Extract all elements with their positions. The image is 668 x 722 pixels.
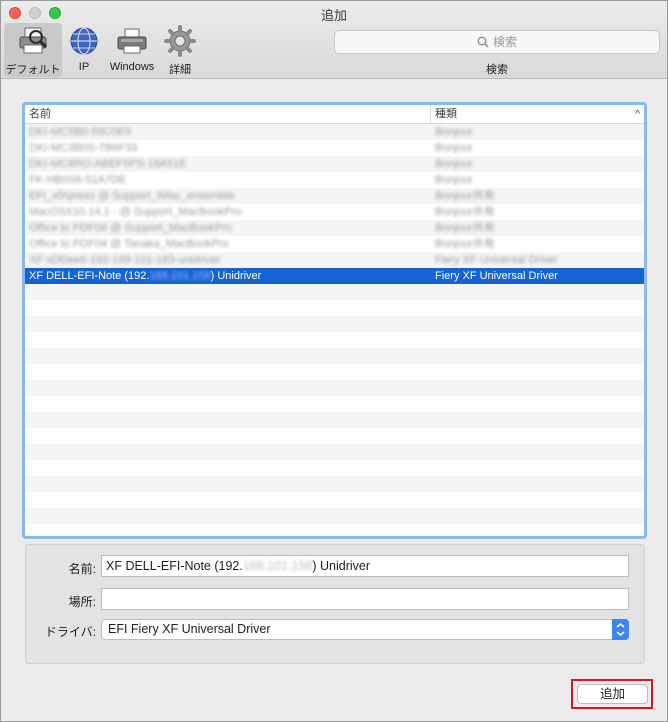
windows-printer-icon (116, 25, 148, 57)
printer-kind: Bonjour (435, 174, 473, 186)
printer-name: Office to PDF04 @ Tanaka_MacBookPro (29, 238, 229, 250)
printer-kind: Fiery XF Universal Driver (435, 270, 558, 282)
location-label: 場所: (68, 595, 96, 609)
redacted-ip: 168.101.158 (242, 559, 313, 573)
empty-list-row (25, 380, 644, 396)
location-field[interactable] (101, 588, 629, 610)
printer-rows: DKI-MC5B0-59C0E9 Bonjour DKI-MC3B0S-7B6F… (25, 124, 644, 536)
printer-row[interactable]: MacOSX10.14.1 - @ Support_MacBookPro Bon… (25, 204, 644, 220)
search-placeholder: 検索 (492, 35, 517, 49)
printer-kind: Fiery XF Universal Driver (435, 254, 558, 266)
add-button[interactable]: 追加 (577, 684, 648, 704)
driver-select-value: EFI Fiery XF Universal Driver (108, 622, 271, 636)
add-printer-window: 追加 デフォルト IP Windows 詳細 検索 検索 名前 種類 ^ DKI… (0, 0, 668, 722)
printer-row[interactable]: XF sDl0ee6-192-168-101-183-unidriver Fie… (25, 252, 644, 268)
printer-name: DKI-MC5B0-59C0E9 (29, 126, 132, 138)
printer-kind: Bonjour共有 (435, 206, 495, 218)
toolbar-tab-label: 詳細 (169, 64, 191, 76)
printer-row[interactable]: FK-HB0S6-51A7DE Bonjour (25, 172, 644, 188)
empty-list-row (25, 508, 644, 524)
toolbar-tab-windows[interactable]: Windows (105, 23, 159, 77)
ip-globe-icon (68, 25, 100, 57)
column-header-kind[interactable]: 種類 ^ (431, 105, 644, 124)
printer-row[interactable]: DKI-MC3B0S-7B6F33 Bonjour (25, 140, 644, 156)
toolbar: 追加 デフォルト IP Windows 詳細 検索 検索 (1, 1, 667, 79)
printer-row[interactable]: Office to PDF04 @ Tanaka_MacBookPro Bonj… (25, 236, 644, 252)
driver-select[interactable]: EFI Fiery XF Universal Driver (101, 619, 629, 640)
name-label: 名前: (68, 562, 96, 576)
chevron-updown-icon (612, 619, 629, 640)
column-header-name[interactable]: 名前 (25, 105, 431, 124)
advanced-gear-icon (164, 25, 196, 57)
toolbar-tab-default[interactable]: デフォルト (4, 23, 62, 77)
printer-row[interactable]: DKI-MC5B0-59C0E9 Bonjour (25, 124, 644, 140)
empty-list-row (25, 492, 644, 508)
printer-name: DKI-MC3B0S-7B6F33 (29, 142, 138, 154)
printer-name: MacOSX10.14.1 - @ Support_MacBookPro (29, 206, 242, 218)
empty-list-row (25, 412, 644, 428)
empty-list-row (25, 444, 644, 460)
window-title: 追加 (320, 8, 347, 23)
printer-row[interactable]: EFI_xfXpress @ Support_IMac_ensemble Bon… (25, 188, 644, 204)
column-header-kind-label: 種類 (435, 108, 457, 120)
toolbar-tab-label: Windows (109, 61, 155, 73)
printer-name: XF DELL-EFI-Note (192.168.101.158) Unidr… (29, 270, 262, 282)
printer-name: FK-HB0S6-51A7DE (29, 174, 127, 186)
redacted-ip: 168.101.158 (149, 270, 211, 282)
printer-row[interactable]: Office to PDF04 @ Support_MacBookPro Bon… (25, 220, 644, 236)
printer-kind: Bonjour (435, 142, 473, 154)
printer-kind: Bonjour (435, 158, 473, 170)
printer-details-panel: 名前: XF DELL-EFI-Note (192.168.101.158) U… (25, 544, 645, 664)
empty-list-row (25, 476, 644, 492)
empty-list-row (25, 332, 644, 348)
search-icon (477, 36, 489, 48)
driver-label: ドライバ: (44, 625, 96, 639)
toolbar-tab-ip[interactable]: IP (65, 23, 103, 77)
name-field[interactable]: XF DELL-EFI-Note (192.168.101.158) Unidr… (101, 555, 629, 577)
sort-ascending-icon: ^ (635, 109, 640, 120)
printer-kind: Bonjour共有 (435, 190, 495, 202)
printer-kind: Bonjour共有 (435, 238, 495, 250)
printer-name: Office to PDF04 @ Support_MacBookPro (29, 222, 232, 234)
printer-kind: Bonjour共有 (435, 222, 495, 234)
toolbar-tab-label: IP (78, 61, 90, 73)
empty-list-row (25, 284, 644, 300)
empty-list-row (25, 316, 644, 332)
printer-kind: Bonjour (435, 126, 473, 138)
printer-row[interactable]: DKI-MC8RO-ABEF5PS-18A51E Bonjour (25, 156, 644, 172)
toolbar-tab-advanced[interactable]: 詳細 (161, 23, 199, 77)
toolbar-tab-label: デフォルト (5, 64, 61, 76)
empty-list-row (25, 348, 644, 364)
empty-list-row (25, 364, 644, 380)
printer-list[interactable]: 名前 種類 ^ DKI-MC5B0-59C0E9 Bonjour DKI-MC3… (22, 102, 647, 539)
empty-list-row (25, 428, 644, 444)
printer-name: XF sDl0ee6-192-168-101-183-unidriver (29, 254, 221, 266)
empty-list-row (25, 524, 644, 536)
printer-name: DKI-MC8RO-ABEF5PS-18A51E (29, 158, 187, 170)
empty-list-row (25, 396, 644, 412)
search-field[interactable]: 検索 (334, 30, 660, 54)
printer-name: EFI_xfXpress @ Support_IMac_ensemble (29, 190, 235, 202)
search-caption: 検索 (486, 64, 508, 76)
printer-row-selected[interactable]: XF DELL-EFI-Note (192.168.101.158) Unidr… (25, 268, 644, 284)
list-header: 名前 種類 ^ (25, 105, 644, 124)
default-printer-icon (17, 25, 49, 57)
empty-list-row (25, 460, 644, 476)
empty-list-row (25, 300, 644, 316)
